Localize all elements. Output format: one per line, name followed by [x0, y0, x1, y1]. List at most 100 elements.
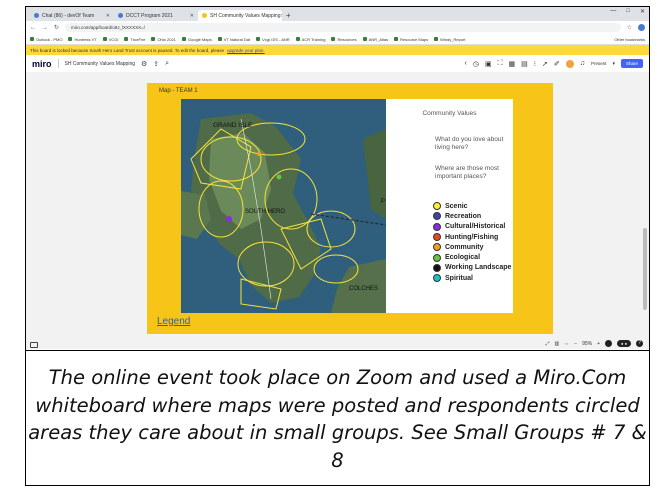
expand-icon[interactable]: ⤢: [545, 341, 549, 347]
browser-tab[interactable]: Chat (86) - devOf Team ✕: [30, 10, 114, 21]
star-icon[interactable]: ☆: [627, 24, 632, 31]
board-name[interactable]: SH Community Values Mapping: [65, 61, 136, 67]
screenshot: Chat (86) - devOf Team ✕ DCCT Program 202…: [26, 7, 649, 349]
close-tab-icon[interactable]: ✕: [190, 13, 194, 19]
caption-text: The online event took place on Zoom and …: [28, 366, 647, 472]
grid-icon[interactable]: ▦: [508, 60, 515, 68]
close-tab-icon[interactable]: ✕: [106, 13, 110, 19]
back-icon[interactable]: ←: [30, 25, 36, 31]
forward-icon[interactable]: →: [42, 25, 48, 31]
bookmark-item[interactable]: Outlook - PMO: [30, 37, 62, 42]
user-avatar[interactable]: [565, 59, 574, 68]
legend-label: Spiritual: [445, 274, 474, 282]
values-legend: Scenic Recreation Cultural/Historical Hunti…: [433, 201, 511, 283]
search-icon[interactable]: ⌕: [165, 60, 169, 68]
bookmark-label: Ohio 2021: [157, 36, 176, 42]
bookmark-item[interactable]: ACR Training: [295, 36, 326, 42]
bookmark-item[interactable]: VT Natural Dat: [217, 37, 250, 42]
chevron-left-icon[interactable]: ‹: [464, 60, 466, 67]
tab-favicon-icon: [118, 13, 123, 18]
reload-icon[interactable]: ↻: [54, 24, 59, 31]
minimize-icon[interactable]: —: [610, 8, 616, 15]
bookmark-icon: [362, 37, 367, 42]
bookmark-label: ANR_Atlas: [368, 36, 389, 42]
map-icon[interactable]: ▥: [554, 341, 559, 347]
url-field[interactable]: miro.com/app/board/o9J_lXXXXXX=/: [65, 23, 621, 32]
upgrade-plan-link[interactable]: upgrade your plan.: [227, 48, 265, 53]
bookmark-item[interactable]: ANR_Atlas: [362, 36, 389, 42]
bookmark-item[interactable]: Google Maps: [181, 36, 212, 42]
legend-swatch-icon: [433, 274, 441, 283]
map-image[interactable]: GRAND ISLE SOUTH HERO COLCHES P: [181, 99, 386, 313]
bookmark-item[interactable]: Ohio 2021: [151, 36, 176, 42]
browser-tab-strip: Chat (86) - devOf Team ✕ DCCT Program 202…: [26, 7, 649, 21]
activity-icon[interactable]: [605, 340, 613, 347]
present-button[interactable]: Present: [591, 61, 607, 66]
bookmark-label: Resource Maps: [400, 36, 429, 42]
bookmark-icon: [181, 37, 186, 42]
map-label-colchester: COLCHES: [349, 286, 378, 292]
legend-swatch-icon: [433, 202, 441, 211]
other-bookmarks[interactable]: Other bookmarks: [614, 37, 649, 42]
new-tab-icon[interactable]: +: [282, 10, 295, 21]
board-canvas[interactable]: Map - TEAM 1 GRAND ISLE SOUTH HERO COLCH…: [26, 72, 649, 349]
bookmark-label: ACR Training: [301, 36, 326, 42]
locked-board-banner: This board is locked because South Hero …: [26, 45, 649, 55]
frame-title: Map - TEAM 1: [159, 88, 198, 94]
cursor-icon[interactable]: ➚: [542, 60, 548, 68]
legend-link[interactable]: Legend: [157, 316, 190, 327]
map-frame[interactable]: Map - TEAM 1 GRAND ISLE SOUTH HERO COLCH…: [147, 83, 553, 334]
more-icon[interactable]: ⁝: [534, 60, 536, 68]
miro-logo[interactable]: miro: [32, 59, 52, 69]
map-label-south-hero: SOUTH HERO: [245, 209, 285, 215]
bookmark-label: TrueFire: [130, 36, 146, 42]
close-window-icon[interactable]: ✕: [640, 8, 645, 15]
frames-panel-icon[interactable]: [30, 342, 38, 348]
zoom-level[interactable]: 95%: [582, 341, 592, 347]
url-text: miro.com/app/board/o9J_lXXXXXX=/: [71, 25, 145, 30]
export-icon[interactable]: ⇪: [153, 60, 159, 68]
bookmark-item[interactable]: Vcgi GIS - ANR: [256, 37, 290, 42]
legend-swatch-icon: [433, 233, 441, 242]
bookmark-item[interactable]: Resource Maps: [394, 37, 428, 42]
legend-item: Ecological: [433, 252, 511, 262]
tab-label: DCCT Program 2021: [126, 12, 173, 19]
bookmark-icon: [30, 37, 34, 42]
bookmark-item[interactable]: Windy_Report: [434, 37, 466, 42]
legend-swatch-icon: [433, 212, 441, 221]
help-icon[interactable]: ?: [636, 340, 643, 347]
ecological-marker: [276, 174, 282, 180]
legend-label: Working Landscape: [445, 264, 512, 272]
zoom-out-icon[interactable]: −: [574, 341, 577, 347]
zoom-in-icon[interactable]: +: [597, 341, 600, 347]
maximize-icon[interactable]: □: [626, 8, 630, 15]
chevron-down-icon[interactable]: ▾: [612, 61, 615, 67]
bookmark-item[interactable]: VCGI: [102, 37, 118, 42]
bookmark-item[interactable]: Resources: [331, 37, 357, 42]
bookmark-item[interactable]: TrueFire: [124, 37, 145, 42]
legend-item: Recreation: [433, 211, 511, 221]
frames-icon[interactable]: ▤: [521, 60, 528, 68]
profile-avatar[interactable]: [638, 24, 645, 31]
question-2-line: Where are those most: [435, 165, 499, 172]
figure-caption: The online event took place on Zoom and …: [26, 350, 649, 485]
legend-label: Recreation: [445, 212, 482, 220]
vertical-scrollbar[interactable]: [643, 228, 647, 310]
collaborators-badge[interactable]: ● ●: [617, 340, 631, 347]
legend-item: Working Landscape: [433, 263, 511, 273]
reactions-icon[interactable]: ✐: [554, 60, 560, 68]
browser-tab[interactable]: DCCT Program 2021 ✕: [114, 10, 198, 21]
bell-icon[interactable]: ♫: [580, 60, 585, 67]
timer-icon[interactable]: ◷: [473, 60, 479, 68]
share-button[interactable]: Share: [620, 59, 643, 68]
fit-screen-icon[interactable]: ⇔: [564, 341, 569, 347]
settings-icon[interactable]: ⚙: [141, 60, 147, 68]
community-values-panel: Community Values What do you love about …: [386, 99, 513, 313]
bookmark-icon: [331, 37, 336, 42]
browser-tab-active[interactable]: SH Community Values Mapping✕: [198, 10, 282, 21]
screen-icon[interactable]: ▣: [485, 60, 492, 68]
bookmark-item[interactable]: Huntress VT: [68, 37, 97, 42]
fit-icon[interactable]: ⛶: [498, 60, 503, 68]
bookmark-label: Google Maps: [187, 36, 212, 42]
legend-label: Ecological: [445, 254, 481, 262]
